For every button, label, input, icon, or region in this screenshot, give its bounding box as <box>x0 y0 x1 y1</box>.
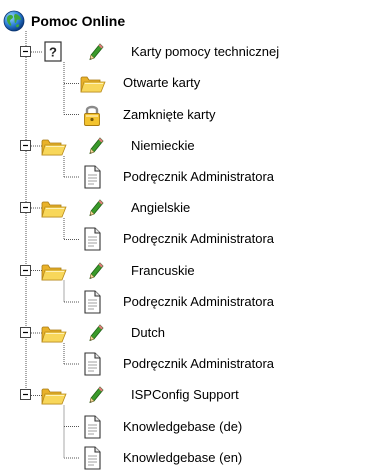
edit-pencil-icon[interactable] <box>87 385 105 405</box>
tree-node-label[interactable]: Karty pomocy technicznej <box>131 44 279 60</box>
tree-node-label[interactable]: Francuskie <box>131 263 195 279</box>
document-icon <box>81 351 103 377</box>
help-tree: Pomoc Online ? Karty pomocy technicznej … <box>0 0 366 470</box>
tree-leaf-label[interactable]: Podręcznik Administratora <box>123 294 274 310</box>
tree-node-label[interactable]: ISPConfig Support <box>131 387 239 403</box>
tree-leaf-label[interactable]: Zamknięte karty <box>123 107 215 123</box>
edit-pencil-icon[interactable] <box>87 261 105 281</box>
document-icon <box>81 289 103 315</box>
collapse-toggle[interactable] <box>20 202 32 214</box>
edit-pencil-icon[interactable] <box>87 136 105 156</box>
open-folder-icon <box>39 259 67 283</box>
open-folder-icon <box>39 134 67 158</box>
tree-leaf-label[interactable]: Podręcznik Administratora <box>123 169 274 185</box>
help-page-icon: ? <box>42 40 64 64</box>
open-folder-icon <box>39 383 67 407</box>
tree-leaf-label[interactable]: Knowledgebase (en) <box>123 450 242 466</box>
document-icon <box>81 414 103 440</box>
tree-leaf-label[interactable]: Otwarte karty <box>123 75 200 91</box>
open-folder-icon <box>78 71 106 95</box>
open-folder-icon <box>39 321 67 345</box>
lock-icon <box>80 102 104 128</box>
svg-text:?: ? <box>49 45 57 60</box>
edit-pencil-icon[interactable] <box>87 42 105 62</box>
open-folder-icon <box>39 196 67 220</box>
edit-pencil-icon[interactable] <box>87 198 105 218</box>
collapse-toggle[interactable] <box>20 389 32 401</box>
tree-node-label[interactable]: Niemieckie <box>131 138 195 154</box>
edit-pencil-icon[interactable] <box>87 323 105 343</box>
document-icon <box>81 445 103 471</box>
tree-node-label[interactable]: Angielskie <box>131 200 190 216</box>
tree-leaf-label[interactable]: Podręcznik Administratora <box>123 356 274 372</box>
document-icon <box>81 226 103 252</box>
tree-root-label[interactable]: Pomoc Online <box>31 13 125 29</box>
tree-leaf-label[interactable]: Podręcznik Administratora <box>123 231 274 247</box>
collapse-toggle[interactable] <box>20 327 32 339</box>
globe-icon <box>2 9 26 33</box>
collapse-toggle[interactable] <box>20 139 32 152</box>
tree-node-label[interactable]: Dutch <box>131 325 165 341</box>
collapse-toggle[interactable] <box>20 264 32 277</box>
document-icon <box>81 164 103 190</box>
collapse-toggle[interactable] <box>20 46 32 58</box>
tree-leaf-label[interactable]: Knowledgebase (de) <box>123 419 242 435</box>
